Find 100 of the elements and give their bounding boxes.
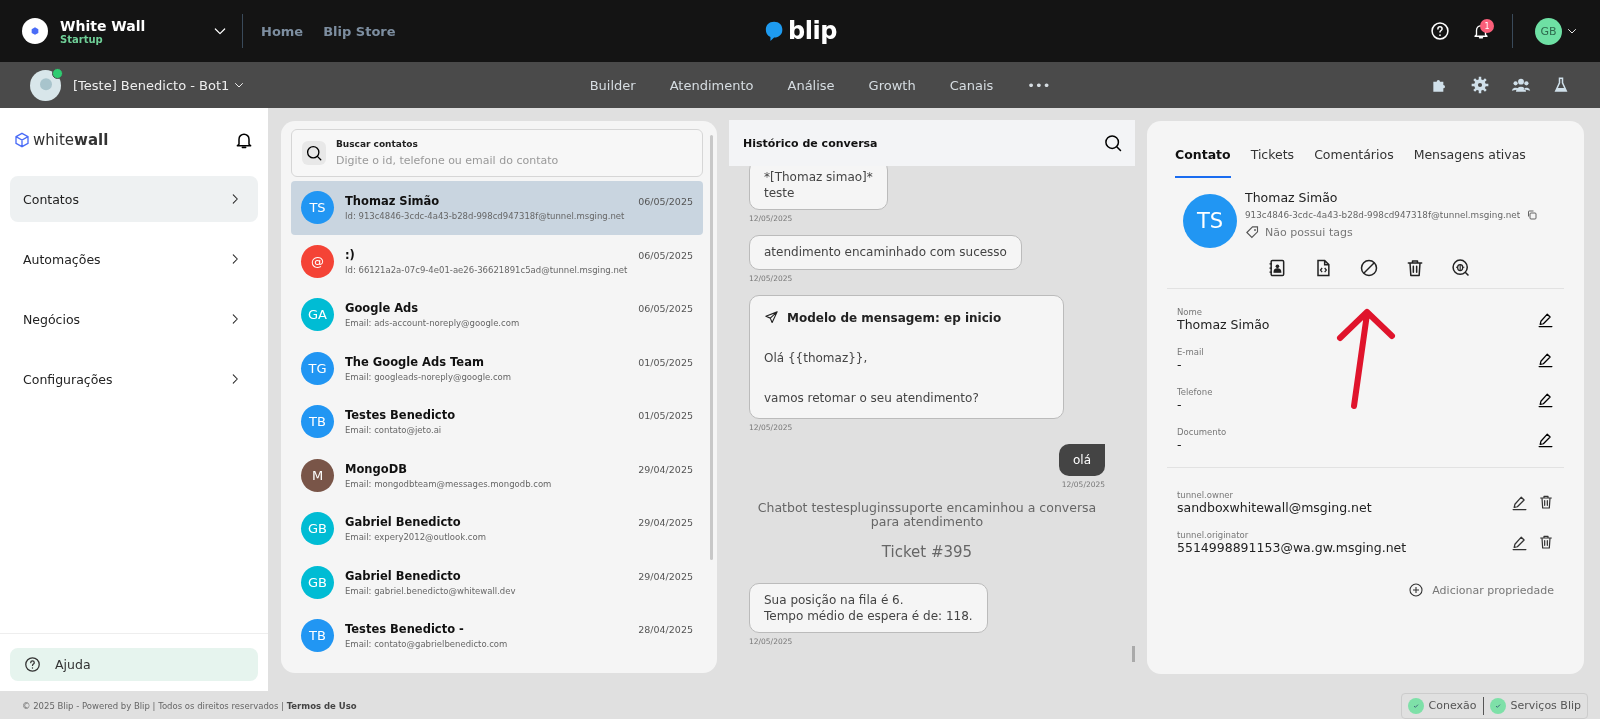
contact-date: 01/05/2025 [638,356,693,368]
search-icon[interactable] [1103,133,1123,153]
message-bubble: Sua posição na fila é 6. Tempo médio de espera é de: 118. [749,582,988,633]
brand-logo-text: blip [788,17,837,45]
contact-name: Gabriel Benedicto [345,568,461,583]
field-label: E-mail [1177,346,1204,357]
sidebar-item[interactable]: Automações [10,236,258,282]
user-avatar[interactable]: GB [1535,17,1562,45]
contact-name: :) [345,247,355,262]
scrollbar[interactable] [1132,646,1135,662]
field-label: tunnel.owner [1177,489,1235,500]
tag-icon [1245,225,1260,240]
message-bubble: olá [1058,444,1105,477]
field-value: 5514998891153@wa.gw.msging.net [1177,539,1407,555]
add-property-link[interactable]: Adicionar propriedade [1432,583,1554,597]
nav-link[interactable]: Builder [589,77,636,93]
field-value: - [1177,436,1183,452]
field-value: - [1177,356,1183,372]
settings-icon[interactable] [1470,75,1490,95]
nav-link[interactable]: Canais [949,77,994,93]
contact-avatar: TS [301,191,334,225]
terms-link[interactable]: Termos de Uso [286,700,357,711]
field-label: Telefone [1177,386,1213,397]
contact-avatar: TB [301,619,334,653]
brand-name: whitewall [33,131,109,149]
contact-date: 29/04/2025 [638,517,693,529]
copy-icon[interactable] [1526,209,1539,221]
message-bubble: Modelo de mensagem: ep inicio Olá {{thomaz}}, vamos retomar o seu atendimento? [749,294,1064,420]
tags-text: Não possui tags [1265,226,1353,239]
trash-icon[interactable] [1538,533,1554,550]
scrollbar[interactable] [710,135,713,560]
tab[interactable]: Mensagens ativas [1413,147,1526,178]
sidebar-item[interactable]: Configurações [10,356,258,402]
panel-title: Histórico de conversa [743,136,878,150]
field-value: - [1177,396,1183,412]
contact-date: 06/05/2025 [638,196,693,208]
contact-name: Gabriel Benedicto [345,515,461,530]
contact-row[interactable]: GA Google Ads 06/05/2025 Email: ads-account-noreply@google.com [291,288,703,342]
contact-row[interactable]: TS Thomaz Simão 06/05/2025 Id: 913c4846-3cdc-4a43-b28d-998cd947318f@tunnel.msging.net [291,181,703,235]
bot-name[interactable]: [Teste] Benedicto - Bot1 [73,77,230,93]
contact-date: 01/05/2025 [638,410,693,422]
field-value: Thomaz Simão [1177,316,1270,332]
contact-detail: Email: gabriel.benedicto@whitewall.dev [345,585,517,596]
contact-row[interactable]: TG The Google Ads Team 01/05/2025 Email: googleads-noreply@google.com [291,341,703,395]
nav-link[interactable]: Análise [787,77,835,93]
contact-name: Thomaz Simão [1245,190,1339,205]
field-label: Documento [1177,426,1227,437]
sidebar-item[interactable]: Contatos [10,176,258,222]
contact-row[interactable]: GB Gabriel Benedicto 29/04/2025 Email: gabriel.benedicto@whitewall.dev [291,555,703,609]
nav-link[interactable]: Home [261,23,304,39]
check-icon [1411,701,1420,710]
contact-avatar: TS [1183,194,1237,248]
contact-date: 06/05/2025 [638,249,693,261]
cube-icon [14,132,30,148]
field-label: tunnel.originator [1177,529,1250,540]
search-icon [305,144,323,162]
flask-icon[interactable] [1552,75,1570,95]
status-label: Conexão [1428,699,1477,712]
contact-date: 06/05/2025 [638,303,693,315]
contact-row[interactable]: @ :) 06/05/2025 Id: 66121a2a-07c9-4e01-ae26-36621891c5ad@tunnel.msging.net [291,234,703,288]
contact-date: 29/04/2025 [638,570,693,582]
nav-link[interactable]: Growth [868,77,916,93]
search-input[interactable]: Digite o id, telefone ou email do contato [336,153,676,167]
notification-badge: 1 [1480,19,1494,33]
plus-circle-icon [1408,582,1425,598]
nav-link[interactable]: Atendimento [669,77,754,93]
paper-plane-icon [764,310,779,326]
contact-avatar: M [301,458,334,492]
contact-name: Thomaz Simão [345,194,440,209]
contact-avatar: GB [301,565,334,599]
bell-icon[interactable] [1472,22,1490,40]
contact-detail: Email: mongodbteam@messages.mongodb.com [345,478,553,489]
contact-row[interactable]: M MongoDB 29/04/2025 Email: mongodbteam@messages.mongodb.com [291,448,703,502]
search-bug-icon[interactable] [1450,258,1471,278]
contact-id: 913c4846-3cdc-4a43-b28d-998cd947318f@tunnel.msging.net [1245,210,1521,220]
contact-detail: Email: contato@gabrielbenedicto.com [345,639,509,650]
help-icon[interactable] [1430,21,1450,41]
org-plan: Startup [60,33,104,45]
tab[interactable]: Comentários [1314,147,1394,178]
contact-row[interactable]: TB Testes Benedicto 01/05/2025 Email: contato@jeto.ai [291,395,703,449]
more-menu[interactable]: ••• [1027,77,1051,93]
trash-icon[interactable] [1538,493,1554,510]
org-name: White Wall [60,17,146,34]
contact-row[interactable]: TB Testes Benedicto - 28/04/2025 Email: contato@gabrielbenedicto.com [291,609,703,663]
contact-row[interactable]: GB Gabriel Benedicto 29/04/2025 Email: expery2012@outlook.com [291,502,703,556]
help-button[interactable]: Ajuda [10,648,258,681]
message-bubble: atendimento encaminhado com sucesso [749,235,1022,270]
contact-detail: Email: expery2012@outlook.com [345,532,487,543]
contact-avatar: GA [301,298,334,332]
contact-name: Testes Benedicto - [345,622,464,637]
sidebar-item[interactable]: Negócios [10,296,258,342]
copyright-text: © 2025 Blip - Powered by Blip | Todos os direitos reservados | Termos de Uso [22,700,357,711]
contact-name: The Google Ads Team [345,354,484,369]
tab[interactable]: Contato [1175,147,1231,178]
nav-link[interactable]: Blip Store [323,23,396,39]
contact-avatar: TG [301,351,334,385]
block-icon[interactable] [1358,258,1379,278]
field-label: Nome [1177,306,1204,317]
tab[interactable]: Tickets [1250,147,1295,178]
contact-name: Google Ads [345,301,419,316]
